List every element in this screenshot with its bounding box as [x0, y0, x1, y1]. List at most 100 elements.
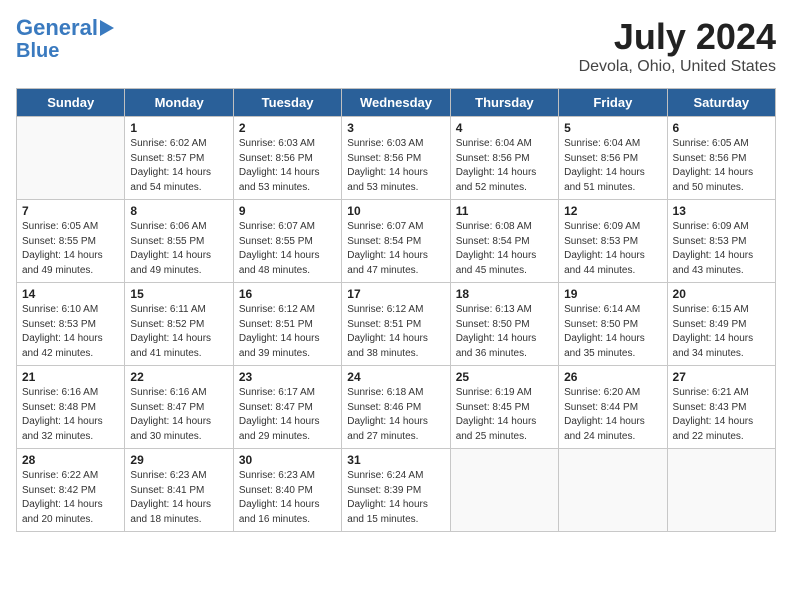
calendar-day-cell: [559, 449, 667, 532]
calendar-day-cell: 10 Sunrise: 6:07 AMSunset: 8:54 PMDayligh…: [342, 200, 450, 283]
calendar-day-cell: 2 Sunrise: 6:03 AMSunset: 8:56 PMDaylight…: [233, 117, 341, 200]
logo-text: General: [16, 16, 98, 40]
calendar-day-cell: 29Sunrise: 6:23 AMSunset: 8:41 PMDayligh…: [125, 449, 233, 532]
day-info: Sunrise: 6:16 AMSunset: 8:48 PMDaylight:…: [22, 386, 119, 444]
calendar-day-cell: 17Sunrise: 6:12 AMSunset: 8:51 PMDayligh…: [342, 283, 450, 366]
calendar-day-cell: 6Sunrise: 6:05 AMSunset: 8:56 PMDaylight…: [667, 117, 775, 200]
day-info: Sunrise: 6:18 AMSunset: 8:46 PMDaylight:…: [347, 386, 444, 444]
page-title: July 2024: [579, 16, 776, 58]
day-info: Sunrise: 6:22 AMSunset: 8:42 PMDaylight:…: [22, 469, 119, 527]
day-info: Sunrise: 6:20 AMSunset: 8:44 PMDaylight:…: [564, 386, 661, 444]
calendar-day-cell: 12 Sunrise: 6:09 AMSunset: 8:53 PMDayligh…: [559, 200, 667, 283]
calendar-day-cell: 11 Sunrise: 6:08 AMSunset: 8:54 PMDayligh…: [450, 200, 558, 283]
day-info: Sunrise: 6:05 AMSunset: 8:56 PMDaylight:…: [673, 137, 770, 195]
calendar-weekday-header: Tuesday: [233, 89, 341, 117]
calendar-weekday-header: Saturday: [667, 89, 775, 117]
calendar-day-cell: 8Sunrise: 6:06 AMSunset: 8:55 PMDaylight…: [125, 200, 233, 283]
day-number: 12: [564, 204, 661, 218]
calendar-day-cell: 26 Sunrise: 6:20 AMSunset: 8:44 PMDayligh…: [559, 366, 667, 449]
calendar-day-cell: 25 Sunrise: 6:19 AMSunset: 8:45 PMDayligh…: [450, 366, 558, 449]
day-number: 26: [564, 370, 661, 384]
day-number: 8: [130, 204, 227, 218]
day-info: Sunrise: 6:03 AMSunset: 8:56 PMDaylight:…: [347, 137, 444, 195]
calendar-day-cell: 20 Sunrise: 6:15 AMSunset: 8:49 PMDayligh…: [667, 283, 775, 366]
day-number: 29: [130, 453, 227, 467]
page-header: General Blue July 2024 Devola, Ohio, Uni…: [16, 16, 776, 76]
day-info: Sunrise: 6:10 AMSunset: 8:53 PMDaylight:…: [22, 303, 119, 361]
day-info: Sunrise: 6:11 AMSunset: 8:52 PMDaylight:…: [130, 303, 227, 361]
calendar-day-cell: 5Sunrise: 6:04 AMSunset: 8:56 PMDaylight…: [559, 117, 667, 200]
day-number: 15: [130, 287, 227, 301]
day-info: Sunrise: 6:09 AMSunset: 8:53 PMDaylight:…: [673, 220, 770, 278]
page-subtitle: Devola, Ohio, United States: [579, 58, 776, 76]
calendar-day-cell: 3 Sunrise: 6:03 AMSunset: 8:56 PMDaylight…: [342, 117, 450, 200]
calendar-weekday-header: Thursday: [450, 89, 558, 117]
calendar-day-cell: 30 Sunrise: 6:23 AMSunset: 8:40 PMDayligh…: [233, 449, 341, 532]
day-number: 7: [22, 204, 119, 218]
day-number: 25: [456, 370, 553, 384]
calendar-week-row: 7Sunrise: 6:05 AMSunset: 8:55 PMDaylight…: [17, 200, 776, 283]
calendar-day-cell: 7Sunrise: 6:05 AMSunset: 8:55 PMDaylight…: [17, 200, 125, 283]
day-number: 19: [564, 287, 661, 301]
calendar-week-row: 21 Sunrise: 6:16 AMSunset: 8:48 PMDayligh…: [17, 366, 776, 449]
calendar-day-cell: 24 Sunrise: 6:18 AMSunset: 8:46 PMDayligh…: [342, 366, 450, 449]
day-number: 10: [347, 204, 444, 218]
day-number: 16: [239, 287, 336, 301]
day-number: 23: [239, 370, 336, 384]
day-info: Sunrise: 6:15 AMSunset: 8:49 PMDaylight:…: [673, 303, 770, 361]
title-block: July 2024 Devola, Ohio, United States: [579, 16, 776, 76]
day-info: Sunrise: 6:07 AMSunset: 8:54 PMDaylight:…: [347, 220, 444, 278]
calendar-week-row: 28 Sunrise: 6:22 AMSunset: 8:42 PMDayligh…: [17, 449, 776, 532]
day-info: Sunrise: 6:17 AMSunset: 8:47 PMDaylight:…: [239, 386, 336, 444]
logo-blue: Blue: [16, 40, 59, 62]
calendar-table: SundayMondayTuesdayWednesdayThursdayFrid…: [16, 88, 776, 532]
calendar-day-cell: 1 Sunrise: 6:02 AMSunset: 8:57 PMDaylight…: [125, 117, 233, 200]
day-info: Sunrise: 6:24 AMSunset: 8:39 PMDaylight:…: [347, 469, 444, 527]
day-number: 20: [673, 287, 770, 301]
day-info: Sunrise: 6:02 AMSunset: 8:57 PMDaylight:…: [130, 137, 227, 195]
calendar-weekday-header: Wednesday: [342, 89, 450, 117]
calendar-day-cell: 28 Sunrise: 6:22 AMSunset: 8:42 PMDayligh…: [17, 449, 125, 532]
day-number: 27: [673, 370, 770, 384]
day-number: 11: [456, 204, 553, 218]
day-number: 28: [22, 453, 119, 467]
calendar-day-cell: 15 Sunrise: 6:11 AMSunset: 8:52 PMDayligh…: [125, 283, 233, 366]
day-info: Sunrise: 6:12 AMSunset: 8:51 PMDaylight:…: [347, 303, 444, 361]
day-number: 3: [347, 121, 444, 135]
day-number: 9: [239, 204, 336, 218]
calendar-day-cell: 22Sunrise: 6:16 AMSunset: 8:47 PMDayligh…: [125, 366, 233, 449]
day-info: Sunrise: 6:03 AMSunset: 8:56 PMDaylight:…: [239, 137, 336, 195]
logo-arrow-icon: [100, 20, 114, 36]
day-number: 14: [22, 287, 119, 301]
calendar-day-cell: 13Sunrise: 6:09 AMSunset: 8:53 PMDayligh…: [667, 200, 775, 283]
calendar-header-row: SundayMondayTuesdayWednesdayThursdayFrid…: [17, 89, 776, 117]
day-info: Sunrise: 6:07 AMSunset: 8:55 PMDaylight:…: [239, 220, 336, 278]
calendar-day-cell: [450, 449, 558, 532]
day-number: 21: [22, 370, 119, 384]
day-number: 4: [456, 121, 553, 135]
day-number: 2: [239, 121, 336, 135]
day-number: 5: [564, 121, 661, 135]
calendar-day-cell: 16Sunrise: 6:12 AMSunset: 8:51 PMDayligh…: [233, 283, 341, 366]
calendar-day-cell: 4Sunrise: 6:04 AMSunset: 8:56 PMDaylight…: [450, 117, 558, 200]
day-info: Sunrise: 6:13 AMSunset: 8:50 PMDaylight:…: [456, 303, 553, 361]
day-number: 31: [347, 453, 444, 467]
day-number: 30: [239, 453, 336, 467]
day-number: 1: [130, 121, 227, 135]
day-info: Sunrise: 6:16 AMSunset: 8:47 PMDaylight:…: [130, 386, 227, 444]
calendar-day-cell: [667, 449, 775, 532]
calendar-day-cell: 14 Sunrise: 6:10 AMSunset: 8:53 PMDayligh…: [17, 283, 125, 366]
day-info: Sunrise: 6:23 AMSunset: 8:40 PMDaylight:…: [239, 469, 336, 527]
day-number: 24: [347, 370, 444, 384]
calendar-weekday-header: Monday: [125, 89, 233, 117]
day-info: Sunrise: 6:08 AMSunset: 8:54 PMDaylight:…: [456, 220, 553, 278]
calendar-day-cell: 18Sunrise: 6:13 AMSunset: 8:50 PMDayligh…: [450, 283, 558, 366]
calendar-weekday-header: Friday: [559, 89, 667, 117]
day-info: Sunrise: 6:21 AMSunset: 8:43 PMDaylight:…: [673, 386, 770, 444]
calendar-week-row: 1 Sunrise: 6:02 AMSunset: 8:57 PMDaylight…: [17, 117, 776, 200]
day-info: Sunrise: 6:09 AMSunset: 8:53 PMDaylight:…: [564, 220, 661, 278]
day-info: Sunrise: 6:19 AMSunset: 8:45 PMDaylight:…: [456, 386, 553, 444]
calendar-day-cell: 31 Sunrise: 6:24 AMSunset: 8:39 PMDayligh…: [342, 449, 450, 532]
calendar-day-cell: 9 Sunrise: 6:07 AMSunset: 8:55 PMDaylight…: [233, 200, 341, 283]
calendar-day-cell: 21 Sunrise: 6:16 AMSunset: 8:48 PMDayligh…: [17, 366, 125, 449]
